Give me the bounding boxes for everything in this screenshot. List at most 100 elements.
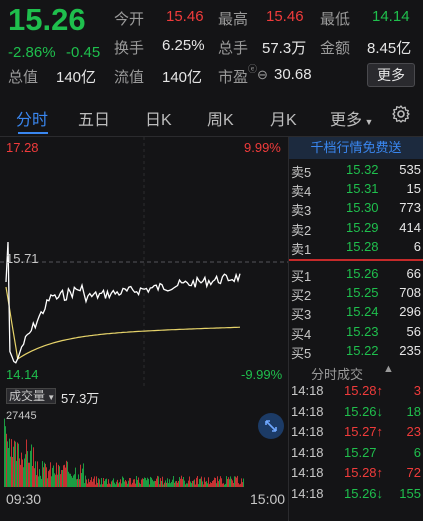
volume-bar (154, 480, 155, 487)
volume-bar (233, 483, 234, 487)
volume-bar (149, 484, 150, 487)
bid-level-label: 买1 (291, 269, 312, 284)
volume-bar (35, 461, 36, 487)
dropdown-arrow-icon: ▼ (362, 117, 374, 127)
trade-row: 14:18 15.27 6 (291, 445, 423, 465)
volume-bar (100, 484, 101, 487)
volume-bar (49, 469, 50, 487)
volume-bar (64, 464, 65, 487)
ask-level-row[interactable]: 卖1 15.28 6 (291, 239, 423, 257)
volume-bar (123, 477, 124, 487)
volume-bar (138, 477, 139, 487)
bid-level-price: 15.23 (346, 323, 379, 339)
trade-volume: 6 (413, 444, 421, 460)
tab-more[interactable]: 更多 ▼ (330, 106, 373, 130)
volume-bar (90, 480, 91, 487)
volume-bar (203, 484, 204, 487)
volume-bar (88, 478, 89, 487)
volume-bar (170, 483, 171, 487)
volume-bar (7, 441, 8, 487)
ask-level-row[interactable]: 卖3 15.30 773 (291, 200, 423, 218)
volume-bar (76, 479, 77, 487)
prev-close-price: 15.71 (6, 251, 39, 266)
bid-level-row[interactable]: 买2 15.25 708 (291, 285, 423, 303)
bid-level-row[interactable]: 买4 15.23 56 (291, 324, 423, 342)
volume-bar (45, 463, 46, 487)
volume-bar (206, 481, 207, 487)
volume-bar (176, 481, 177, 487)
volume-bar (239, 484, 240, 487)
volume-bar (225, 483, 226, 487)
volume-bar (194, 479, 195, 487)
current-price: 15.26 (8, 2, 86, 37)
bid-level-row[interactable]: 买1 15.26 66 (291, 266, 423, 284)
upper-limit-pct: 9.99% (244, 140, 281, 155)
pe-info-icon[interactable]: ⓔ (248, 62, 257, 75)
volume-bar (199, 479, 200, 487)
volume-bar (65, 467, 66, 487)
dropdown-arrow-icon: ▼ (45, 393, 56, 402)
ask-level-row[interactable]: 卖2 15.29 414 (291, 220, 423, 238)
volume-bar (94, 476, 95, 487)
intraday-chart[interactable]: 17.28 9.99% 15.71 14.14 -9.99% (0, 137, 288, 387)
ask-level-row[interactable]: 卖5 15.32 535 (291, 162, 423, 180)
low-label: 最低 (320, 11, 351, 28)
volume-bar (219, 479, 220, 487)
volume-bar (128, 480, 129, 487)
bid-level-row[interactable]: 买3 15.24 296 (291, 304, 423, 322)
more-button[interactable]: 更多 (367, 63, 415, 87)
volume-bar (224, 484, 225, 487)
volume-bar (158, 476, 159, 487)
volume-bar (145, 478, 146, 487)
volume-bar (107, 484, 108, 487)
volume-bar (231, 478, 232, 487)
tab-weekly-k[interactable]: 周K (207, 106, 234, 130)
ask-level-volume: 414 (399, 219, 421, 235)
tab-intraday[interactable]: 分时 (16, 106, 48, 130)
open-value: 15.46 (166, 8, 204, 25)
trade-time: 14:18 (291, 424, 324, 440)
volume-bar (56, 462, 57, 487)
volume-bar (229, 479, 230, 487)
bid-level-row[interactable]: 买5 15.22 235 (291, 343, 423, 361)
ask-level-row[interactable]: 卖4 15.31 15 (291, 181, 423, 199)
trades-header[interactable]: 分时成交 ▲ (289, 363, 423, 382)
volume-bar (28, 462, 29, 487)
expand-chart-button[interactable] (258, 413, 284, 439)
tab-daily-k[interactable]: 日K (145, 106, 172, 130)
level2-promo-banner[interactable]: 千档行情免费送 (289, 137, 423, 159)
volume-bar (44, 462, 45, 487)
volume-bar (43, 467, 44, 487)
bid-level-price: 15.26 (346, 266, 379, 281)
tab-monthly-k[interactable]: 月K (270, 106, 297, 130)
volume-bar (241, 478, 242, 487)
settings-gear-icon[interactable] (391, 104, 411, 124)
volume-bar (150, 476, 151, 487)
ask-level-volume: 15 (406, 181, 421, 197)
volume-bar (161, 481, 162, 487)
volume-bar (217, 476, 218, 487)
volume-bar (143, 479, 144, 487)
volume-bar (108, 479, 109, 487)
volume-indicator-select[interactable]: 成交量 ▼ (6, 388, 56, 404)
volume-bar (171, 481, 172, 487)
volume-bar (185, 484, 186, 487)
volume-bar (228, 477, 229, 487)
volume-bar (104, 481, 105, 487)
ask-level-price: 15.32 (346, 162, 379, 177)
amount-label: 金额 (320, 40, 351, 57)
volume-bar (67, 461, 68, 487)
volume-bar (42, 461, 43, 487)
pe-ttm-icon: ⊖ (257, 67, 268, 82)
bid-level-label: 买5 (291, 345, 312, 361)
volume-bar (166, 482, 167, 487)
volume-bar (243, 478, 244, 487)
volume-bar (39, 469, 40, 487)
volume-bar (178, 481, 179, 487)
bid-level-price: 15.25 (346, 285, 379, 301)
tab-five-day[interactable]: 五日 (78, 106, 110, 130)
volume-bar (47, 478, 48, 487)
average-price-line (5, 286, 241, 361)
volume-bar (78, 474, 79, 487)
volume-bar (120, 479, 121, 487)
